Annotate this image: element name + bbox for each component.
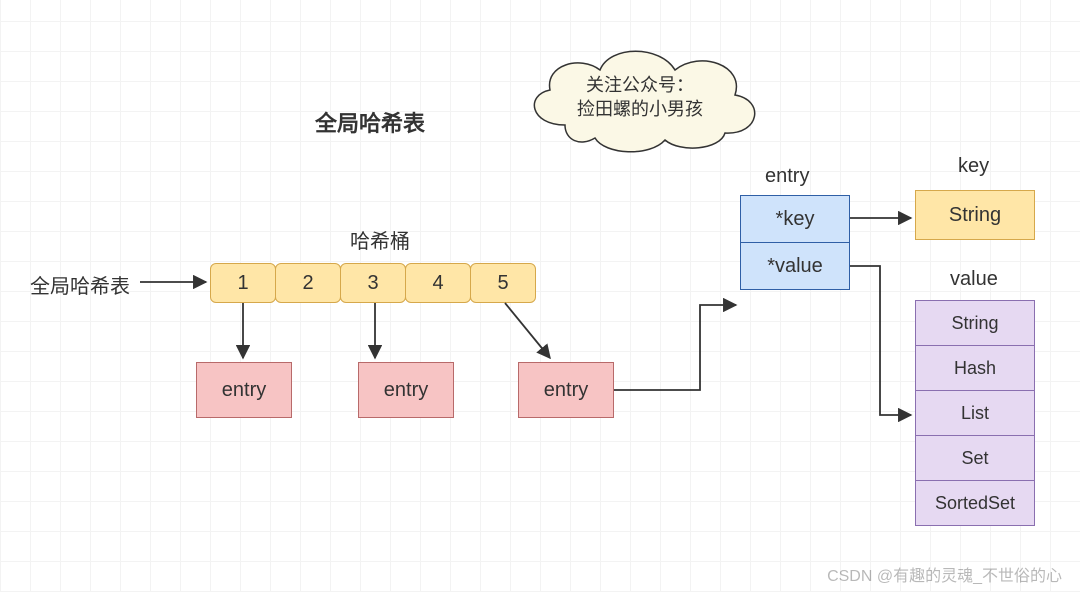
bucket-4: 4 bbox=[405, 263, 471, 303]
value-type-list: List bbox=[915, 390, 1035, 436]
left-hash-table-label: 全局哈希表 bbox=[30, 270, 130, 299]
value-type-hash: Hash bbox=[915, 345, 1035, 391]
value-type-string: String bbox=[915, 300, 1035, 346]
bucket-5: 5 bbox=[470, 263, 536, 303]
key-type-box: String bbox=[915, 190, 1035, 240]
value-type-stack: String Hash List Set SortedSet bbox=[915, 300, 1035, 525]
value-type-sortedset: SortedSet bbox=[915, 480, 1035, 526]
entry-value-field: *value bbox=[740, 242, 850, 290]
value-heading: value bbox=[950, 268, 998, 291]
entry-box-3: entry bbox=[518, 362, 614, 418]
key-heading: key bbox=[958, 155, 989, 178]
cloud-line1: 关注公众号： bbox=[510, 73, 770, 97]
diagram-title: 全局哈希表 bbox=[315, 106, 425, 138]
hash-bucket-row: 1 2 3 4 5 bbox=[210, 263, 535, 303]
entry-box-1: entry bbox=[196, 362, 292, 418]
entry-struct: *key *value bbox=[740, 195, 850, 289]
entry-box-2: entry bbox=[358, 362, 454, 418]
entry-struct-heading: entry bbox=[765, 165, 809, 188]
bucket-label: 哈希桶 bbox=[350, 225, 410, 254]
cloud-line2: 捡田螺的小男孩 bbox=[510, 97, 770, 121]
bucket-3: 3 bbox=[340, 263, 406, 303]
value-type-set: Set bbox=[915, 435, 1035, 481]
watermark: CSDN @有趣的灵魂_不世俗的心 bbox=[827, 562, 1062, 586]
cloud-callout: 关注公众号： 捡田螺的小男孩 bbox=[510, 35, 770, 155]
bucket-1: 1 bbox=[210, 263, 276, 303]
bucket-2: 2 bbox=[275, 263, 341, 303]
entry-key-field: *key bbox=[740, 195, 850, 243]
